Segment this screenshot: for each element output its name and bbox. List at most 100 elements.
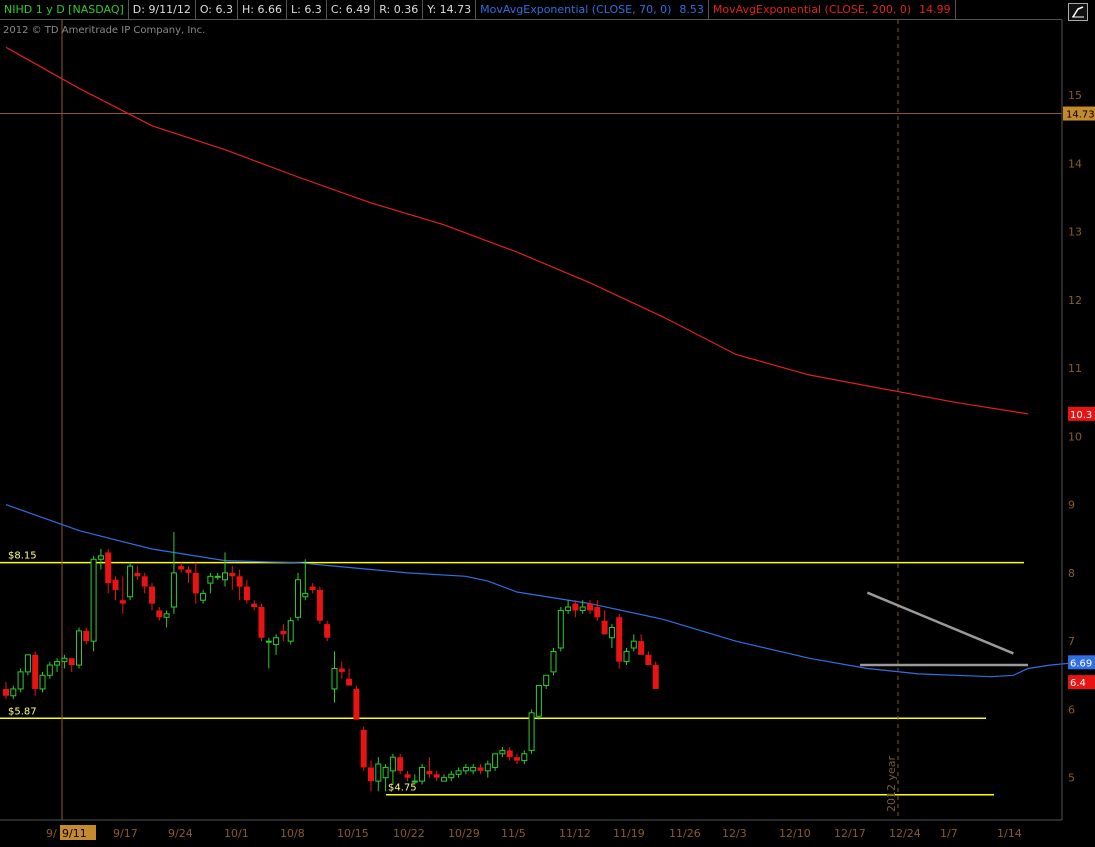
candlestick[interactable] — [32, 651, 39, 696]
candlestick[interactable] — [353, 685, 360, 720]
candle-body — [90, 558, 97, 642]
candlestick[interactable] — [222, 552, 228, 587]
candlestick[interactable] — [68, 658, 75, 672]
price-chart[interactable]: $8.15 $5.87 $4.75 14.73 2012 year 5 6 7 8 9 10 11… — [0, 0, 1095, 847]
candlestick[interactable] — [368, 760, 374, 792]
candlestick[interactable] — [514, 753, 520, 765]
candlestick[interactable] — [90, 555, 97, 652]
candlestick[interactable] — [83, 627, 90, 645]
candlestick[interactable] — [229, 566, 236, 590]
candlestick[interactable] — [448, 770, 455, 782]
candlestick[interactable] — [462, 764, 469, 775]
ema70-line[interactable] — [5, 504, 1095, 678]
candlestick[interactable] — [200, 589, 207, 604]
candlestick[interactable] — [499, 746, 506, 758]
candlestick[interactable] — [309, 583, 316, 594]
candle-body — [572, 603, 579, 611]
candlestick[interactable] — [623, 647, 630, 666]
candlestick[interactable] — [477, 764, 484, 775]
candlestick[interactable] — [214, 572, 221, 580]
candlestick[interactable] — [484, 760, 491, 778]
candlestick[interactable] — [470, 764, 477, 775]
candlestick[interactable] — [389, 753, 396, 785]
candlestick[interactable] — [287, 617, 294, 645]
candlestick[interactable] — [375, 757, 382, 792]
candlestick[interactable] — [506, 746, 513, 761]
candlestick[interactable] — [185, 566, 192, 584]
candlestick[interactable] — [587, 600, 593, 614]
candlestick[interactable] — [360, 726, 367, 771]
candlestick[interactable] — [550, 647, 557, 676]
candlestick[interactable] — [119, 576, 126, 614]
candlestick[interactable] — [76, 627, 82, 669]
candlestick[interactable] — [645, 651, 652, 666]
candlestick[interactable] — [521, 750, 528, 765]
candlestick[interactable] — [616, 613, 623, 669]
candlestick[interactable] — [543, 674, 550, 689]
candlestick[interactable] — [46, 661, 53, 679]
candlestick[interactable] — [652, 661, 659, 689]
candlestick[interactable] — [39, 671, 46, 693]
candlestick[interactable] — [3, 682, 9, 700]
candlestick[interactable] — [455, 767, 462, 778]
candlestick[interactable] — [630, 634, 637, 652]
candlestick[interactable] — [601, 610, 608, 635]
candlestick[interactable] — [579, 600, 586, 614]
candlestick[interactable] — [61, 654, 68, 669]
candlestick[interactable] — [149, 583, 155, 611]
trendline[interactable] — [866, 591, 1014, 655]
candlestick[interactable] — [24, 654, 31, 676]
candlestick[interactable] — [236, 569, 243, 601]
candlestick[interactable] — [105, 549, 112, 594]
candlestick[interactable] — [251, 600, 258, 611]
candlestick[interactable] — [156, 607, 163, 621]
candlestick[interactable] — [565, 600, 572, 614]
candlestick[interactable] — [302, 559, 309, 601]
candlestick[interactable] — [141, 572, 148, 594]
ema70-label[interactable]: MovAvgExponential (CLOSE, 70, 0) — [476, 0, 675, 19]
candlestick[interactable] — [127, 562, 134, 601]
candlestick[interactable] — [295, 572, 301, 621]
candlestick[interactable] — [258, 603, 265, 642]
candlestick[interactable] — [528, 709, 535, 754]
candlestick[interactable] — [572, 600, 579, 618]
candlestick[interactable] — [594, 600, 601, 621]
candlestick[interactable] — [170, 531, 177, 614]
candlestick[interactable] — [17, 668, 24, 693]
candlestick[interactable] — [280, 624, 287, 642]
candlestick[interactable] — [404, 770, 411, 782]
candlestick[interactable] — [54, 658, 61, 672]
symbol-label[interactable]: NIHD 1 y D [NASDAQ] — [0, 0, 129, 19]
candlestick[interactable] — [192, 562, 199, 604]
candlestick[interactable] — [411, 774, 418, 785]
candlestick[interactable] — [178, 562, 185, 573]
candlestick[interactable] — [273, 634, 280, 655]
ema200-line[interactable] — [5, 46, 1029, 415]
candlestick[interactable] — [97, 549, 104, 570]
candlestick[interactable] — [338, 661, 345, 679]
candlestick[interactable] — [163, 610, 170, 628]
candlestick[interactable] — [557, 607, 564, 652]
candlestick[interactable] — [426, 757, 433, 778]
candlestick[interactable] — [316, 586, 323, 625]
candlestick[interactable] — [10, 685, 17, 700]
candlestick[interactable] — [243, 579, 250, 604]
candlestick[interactable] — [331, 651, 338, 703]
candlestick[interactable] — [608, 624, 615, 648]
drawing-tool-button[interactable] — [1068, 3, 1088, 21]
candlestick[interactable] — [346, 668, 353, 686]
candlestick[interactable] — [134, 566, 141, 580]
candlestick[interactable] — [382, 764, 389, 792]
ema200-label[interactable]: MovAvgExponential (CLOSE, 200, 0) — [709, 0, 915, 19]
candlestick[interactable] — [112, 576, 119, 601]
candlestick[interactable] — [207, 572, 214, 594]
candlestick[interactable] — [397, 753, 404, 775]
candlestick[interactable] — [441, 774, 447, 782]
candlestick[interactable] — [265, 637, 272, 669]
candlestick[interactable] — [492, 753, 499, 771]
candlestick[interactable] — [419, 764, 426, 785]
candlestick[interactable] — [324, 620, 331, 642]
candlestick[interactable] — [638, 634, 645, 655]
candlestick[interactable] — [535, 685, 542, 720]
candlestick[interactable] — [433, 770, 440, 782]
